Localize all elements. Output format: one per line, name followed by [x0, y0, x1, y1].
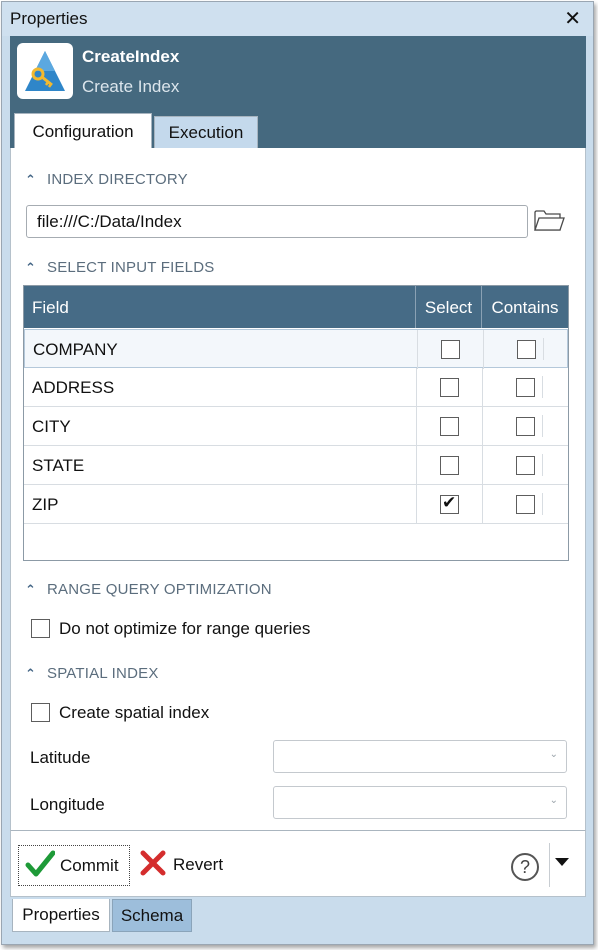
table-row[interactable]: STATE — [24, 446, 568, 485]
index-directory-input[interactable] — [26, 205, 528, 238]
chevron-down-icon: ⌄ — [549, 795, 558, 806]
component-header: CreateIndex Create Index Configuration E… — [10, 36, 586, 149]
properties-window: Properties ✕ CreateIndex Create Index Co… — [1, 1, 594, 945]
contains-checkbox[interactable] — [516, 378, 535, 397]
field-name: COMPANY — [33, 340, 118, 359]
latitude-label: Latitude — [30, 748, 91, 767]
longitude-select[interactable]: ⌄ — [273, 786, 567, 819]
section-range-query-optimization[interactable]: ⌃ RANGE QUERY OPTIMIZATION — [25, 581, 272, 598]
field-name: CITY — [32, 417, 71, 436]
checkmark-icon — [25, 850, 55, 877]
input-fields-grid: Field Select Contains COMPANY ADDRESS CI… — [23, 285, 569, 561]
section-title: SPATIAL INDEX — [47, 665, 159, 682]
range-query-checkbox[interactable] — [31, 619, 50, 639]
title-bar: Properties ✕ — [2, 2, 593, 36]
revert-label: Revert — [173, 855, 224, 874]
grid-header: Field Select Contains — [24, 286, 568, 328]
tab-execution[interactable]: Execution — [154, 116, 258, 148]
spatial-index-option[interactable]: Create spatial index — [31, 702, 209, 724]
select-checkbox[interactable] — [440, 456, 459, 475]
section-select-input-fields[interactable]: ⌃ SELECT INPUT FIELDS — [25, 259, 214, 276]
chevron-up-icon: ⌃ — [25, 172, 37, 187]
range-query-option[interactable]: Do not optimize for range queries — [31, 618, 310, 640]
component-subname: Create Index — [82, 77, 180, 96]
chevron-down-icon: ⌄ — [549, 749, 558, 760]
tab-configuration[interactable]: Configuration — [14, 113, 152, 149]
window-title: Properties — [10, 9, 88, 28]
commit-button[interactable]: Commit — [18, 845, 130, 886]
spatial-index-checkbox[interactable] — [31, 703, 50, 723]
contains-checkbox[interactable] — [517, 340, 536, 359]
field-name: ADDRESS — [32, 378, 115, 397]
select-checkbox[interactable] — [440, 378, 459, 397]
tab-schema[interactable]: Schema — [112, 899, 192, 932]
folder-browse-icon[interactable] — [533, 207, 565, 233]
action-toolbar: Commit Revert ? — [10, 830, 586, 897]
longitude-label: Longitude — [30, 795, 105, 814]
chevron-up-icon: ⌃ — [25, 582, 37, 597]
help-icon[interactable]: ? — [511, 853, 539, 881]
section-spatial-index[interactable]: ⌃ SPATIAL INDEX — [25, 665, 159, 682]
dropdown-arrow-icon[interactable] — [555, 858, 569, 866]
table-row[interactable]: ADDRESS — [24, 368, 568, 407]
section-index-directory[interactable]: ⌃ INDEX DIRECTORY — [25, 171, 188, 188]
component-name: CreateIndex — [82, 47, 180, 66]
select-checkbox[interactable] — [440, 417, 459, 436]
table-row[interactable]: CITY — [24, 407, 568, 446]
table-row[interactable]: ZIP ✔ — [24, 485, 568, 524]
field-name: ZIP — [32, 495, 59, 514]
section-title: SELECT INPUT FIELDS — [47, 259, 215, 276]
range-query-label: Do not optimize for range queries — [59, 618, 311, 638]
x-icon — [140, 850, 166, 876]
select-checkbox[interactable] — [441, 340, 460, 359]
column-header-field[interactable]: Field — [24, 286, 416, 328]
revert-button[interactable]: Revert — [137, 845, 237, 886]
tab-properties[interactable]: Properties — [12, 899, 110, 932]
chevron-up-icon: ⌃ — [25, 260, 37, 275]
column-header-select[interactable]: Select — [416, 286, 482, 328]
column-header-contains[interactable]: Contains — [482, 286, 568, 328]
spatial-index-label: Create spatial index — [59, 702, 210, 722]
configuration-panel: ⌃ INDEX DIRECTORY ⌃ SELECT INPUT FIELDS Fi… — [10, 148, 586, 830]
checkmark-icon: ✔ — [442, 493, 457, 512]
close-icon[interactable]: ✕ — [564, 6, 581, 31]
chevron-up-icon: ⌃ — [25, 666, 37, 681]
section-title: RANGE QUERY OPTIMIZATION — [47, 581, 272, 598]
commit-label: Commit — [60, 856, 119, 875]
toolbar-divider — [549, 843, 550, 887]
contains-checkbox[interactable] — [516, 417, 535, 436]
contains-checkbox[interactable] — [516, 495, 535, 514]
select-checkbox[interactable]: ✔ — [440, 493, 459, 514]
table-row[interactable]: COMPANY — [24, 329, 568, 369]
section-title: INDEX DIRECTORY — [47, 171, 188, 188]
field-name: STATE — [32, 456, 85, 475]
latitude-select[interactable]: ⌄ — [273, 740, 567, 773]
create-index-app-icon — [17, 43, 73, 99]
contains-checkbox[interactable] — [516, 456, 535, 475]
